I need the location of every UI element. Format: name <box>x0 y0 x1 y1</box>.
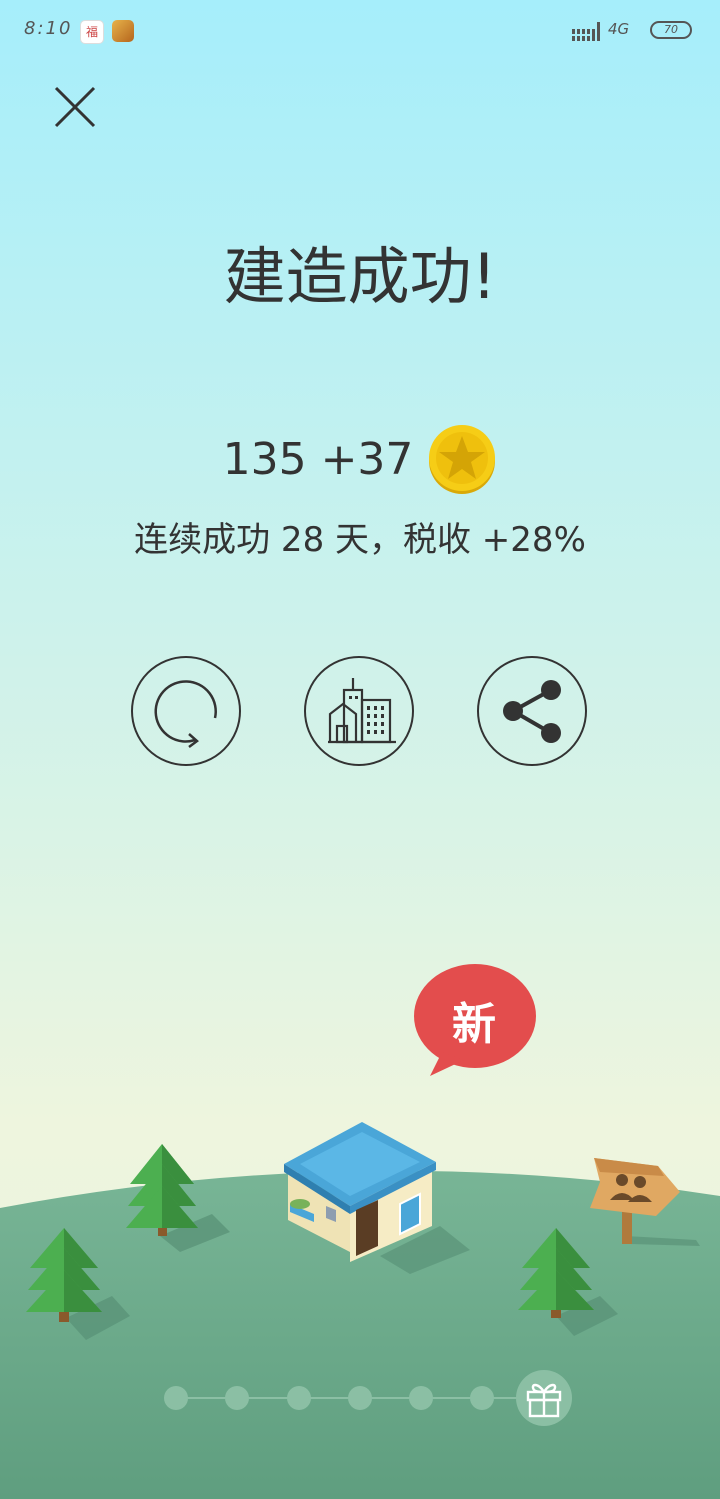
pager-dot-5[interactable] <box>409 1386 433 1410</box>
pager-dot-1[interactable] <box>164 1386 188 1410</box>
pager-dot-4[interactable] <box>348 1386 372 1410</box>
gift-reward-button[interactable] <box>516 1370 572 1426</box>
gift-icon <box>526 1383 562 1418</box>
new-badge-label: 新 <box>452 999 496 1050</box>
pager-dot-6[interactable] <box>470 1386 494 1410</box>
pager-dot-2[interactable] <box>225 1386 249 1410</box>
pager-dot-3[interactable] <box>287 1386 311 1410</box>
landscape-illustration <box>0 1122 720 1499</box>
